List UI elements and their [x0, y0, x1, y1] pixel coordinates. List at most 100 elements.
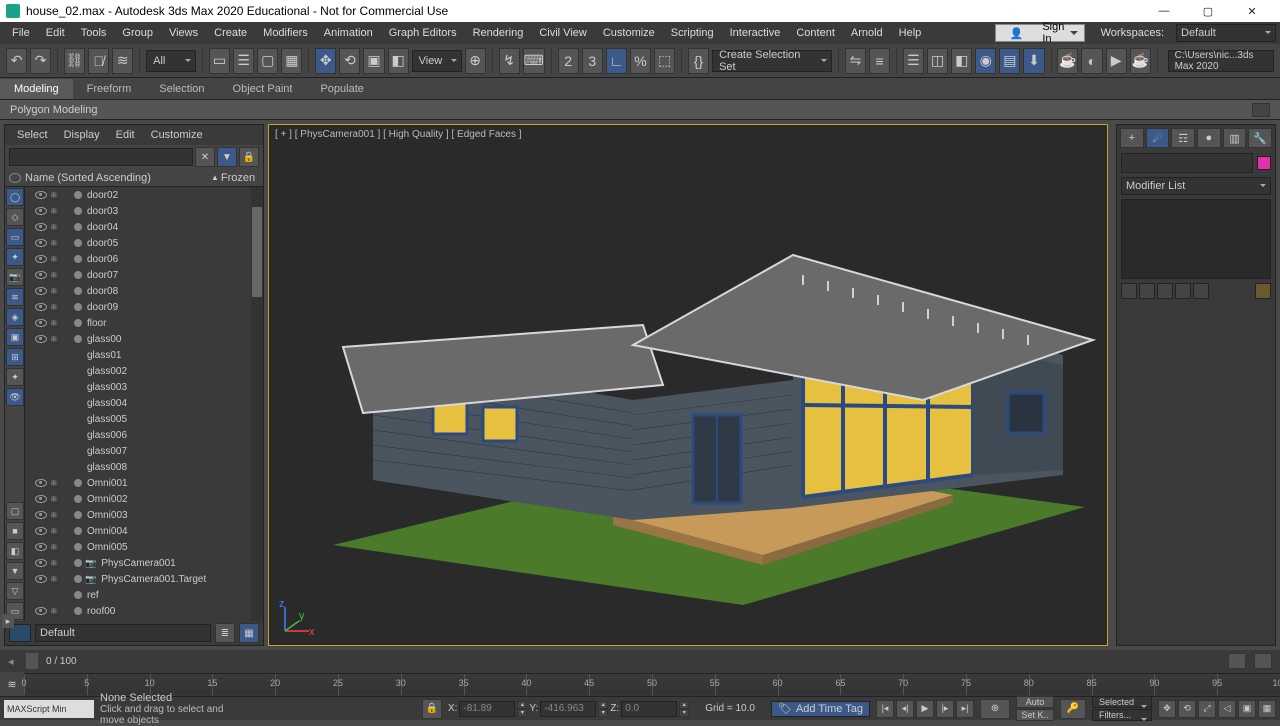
select-object-button[interactable]: ▭ — [209, 48, 230, 74]
freeze-icon[interactable]: ❄ — [50, 478, 60, 488]
layer-dropdown[interactable]: Default — [35, 624, 211, 642]
filter-helpers-icon[interactable]: ≋ — [6, 288, 24, 306]
menu-tools[interactable]: Tools — [73, 24, 115, 42]
edit-selection-set-button[interactable]: {} — [688, 48, 709, 74]
mirror-button[interactable]: ⇋ — [845, 48, 866, 74]
menu-file[interactable]: File — [4, 24, 38, 42]
motion-tab-icon[interactable]: ● — [1197, 128, 1221, 148]
filter-groups-icon[interactable]: ▣ — [6, 328, 24, 346]
project-path[interactable]: C:\Users\nic...3ds Max 2020 — [1168, 50, 1274, 72]
workspace-dropdown[interactable]: Default — [1176, 24, 1276, 42]
snap-3d-button[interactable]: 3 — [582, 48, 603, 74]
scene-item[interactable]: ❄door02 — [25, 187, 251, 203]
hierarchy-tab-icon[interactable]: ☶ — [1171, 128, 1195, 148]
layer-menu-2-icon[interactable]: ▦ — [239, 623, 259, 643]
scene-item[interactable]: ❄door05 — [25, 235, 251, 251]
scene-item[interactable]: glass003 — [25, 379, 251, 395]
explorer-menu-edit[interactable]: Edit — [108, 127, 143, 143]
menu-create[interactable]: Create — [206, 24, 255, 42]
scene-item[interactable]: glass006 — [25, 427, 251, 443]
freeze-icon[interactable]: ❄ — [50, 190, 60, 200]
selection-filter[interactable]: All — [146, 50, 196, 72]
pan-icon[interactable]: ✥ — [1158, 700, 1176, 718]
scene-item[interactable]: ❄door04 — [25, 219, 251, 235]
scene-item[interactable]: glass004 — [25, 395, 251, 411]
freeze-icon[interactable]: ❄ — [50, 574, 60, 584]
menu-edit[interactable]: Edit — [38, 24, 73, 42]
x-spinner[interactable]: ▴▾ — [517, 701, 527, 717]
menu-customize[interactable]: Customize — [595, 24, 663, 42]
ribbon-tab-selection[interactable]: Selection — [145, 79, 218, 99]
x-field[interactable]: -81.89 — [459, 701, 515, 717]
scene-item[interactable]: ❄door09 — [25, 299, 251, 315]
visibility-icon[interactable] — [35, 335, 47, 343]
display-tab-icon[interactable]: ▥ — [1223, 128, 1247, 148]
object-color-swatch[interactable] — [1257, 156, 1271, 170]
explorer-menu-customize[interactable]: Customize — [143, 127, 211, 143]
scene-item[interactable]: ❄Omni001 — [25, 475, 251, 491]
utilities-tab-icon[interactable]: 🔧 — [1248, 128, 1272, 148]
schematic-view-button[interactable]: ◧ — [951, 48, 972, 74]
configure-icon[interactable] — [1255, 283, 1271, 299]
menu-rendering[interactable]: Rendering — [465, 24, 532, 42]
auto-key-button[interactable]: Auto — [1016, 696, 1054, 708]
layer-menu-1-icon[interactable]: ≣ — [215, 623, 235, 643]
ribbon-tab-object-paint[interactable]: Object Paint — [219, 79, 307, 99]
select-name-button[interactable]: ☰ — [233, 48, 254, 74]
scene-item[interactable]: ❄door07 — [25, 267, 251, 283]
visibility-icon[interactable] — [35, 271, 47, 279]
scene-item[interactable]: ❄Omni003 — [25, 507, 251, 523]
name-column[interactable]: Name (Sorted Ascending) — [25, 172, 211, 184]
freeze-icon[interactable]: ❄ — [50, 494, 60, 504]
pivot-button[interactable]: ⊕ — [465, 48, 486, 74]
modifier-stack[interactable] — [1121, 199, 1271, 279]
maximize-button[interactable]: ▢ — [1186, 0, 1230, 22]
visibility-icon[interactable] — [35, 607, 47, 615]
filter-geometry-icon[interactable]: ◇ — [6, 208, 24, 226]
goto-start-button[interactable]: |◂ — [876, 700, 894, 718]
key-mode-icon[interactable]: ⊕ — [980, 699, 1010, 719]
scale-button[interactable]: ▣ — [363, 48, 384, 74]
redo-button[interactable]: ↷ — [30, 48, 51, 74]
freeze-icon[interactable]: ❄ — [50, 222, 60, 232]
timeline-head-icon[interactable]: ≋ — [0, 672, 24, 696]
frozen-column[interactable]: ▲Frozen — [211, 172, 259, 184]
curve-editor-button[interactable]: ◫ — [927, 48, 948, 74]
filter-shapes-icon[interactable]: ▭ — [6, 228, 24, 246]
expand-icon[interactable]: ▽ — [6, 582, 24, 600]
keyboard-shortcut-button[interactable]: ⌨ — [523, 48, 545, 74]
visibility-icon[interactable] — [35, 543, 47, 551]
filter-spacewarps-icon[interactable]: ◈ — [6, 308, 24, 326]
max-viewport-icon[interactable]: ▦ — [1258, 700, 1276, 718]
ribbon-tab-freeform[interactable]: Freeform — [73, 79, 146, 99]
explorer-menu-select[interactable]: Select — [9, 127, 56, 143]
select-region-button[interactable]: ▢ — [257, 48, 278, 74]
scene-item[interactable]: glass008 — [25, 459, 251, 475]
scene-item[interactable]: ❄Omni004 — [25, 523, 251, 539]
modifier-list-dropdown[interactable]: Modifier List — [1121, 177, 1271, 195]
menu-interactive[interactable]: Interactive — [722, 24, 789, 42]
window-crossing-button[interactable]: ▦ — [281, 48, 302, 74]
freeze-icon[interactable]: ❄ — [50, 238, 60, 248]
display-all-icon[interactable]: ■ — [6, 522, 24, 540]
display-none-icon[interactable]: ▢ — [6, 502, 24, 520]
z-field[interactable]: 0.0 — [621, 701, 677, 717]
visibility-icon[interactable] — [35, 575, 47, 583]
time-slider-bar[interactable]: ◂ 0 / 100 — [0, 650, 1280, 672]
render-frame-button[interactable]: ⬇ — [1023, 48, 1044, 74]
time-config-2-icon[interactable] — [1254, 653, 1272, 669]
explorer-search-input[interactable] — [9, 148, 193, 166]
material-editor-button[interactable]: ◉ — [975, 48, 996, 74]
close-button[interactable]: ✕ — [1230, 0, 1274, 22]
freeze-icon[interactable]: ❄ — [50, 318, 60, 328]
explorer-collapse-icon[interactable]: ▸ — [2, 614, 14, 628]
ribbon-tab-populate[interactable]: Populate — [306, 79, 377, 99]
object-name-field[interactable] — [1121, 153, 1253, 173]
scene-item[interactable]: ❄door06 — [25, 251, 251, 267]
scene-list[interactable]: ❄door02❄door03❄door04❄door05❄door06❄door… — [25, 187, 251, 621]
menu-graph-editors[interactable]: Graph Editors — [381, 24, 465, 42]
visibility-icon[interactable] — [35, 207, 47, 215]
freeze-icon[interactable]: ❄ — [50, 606, 60, 616]
maxscript-listener[interactable]: MAXScript Min — [4, 700, 94, 718]
ribbon-minimize-icon[interactable] — [1252, 103, 1270, 117]
